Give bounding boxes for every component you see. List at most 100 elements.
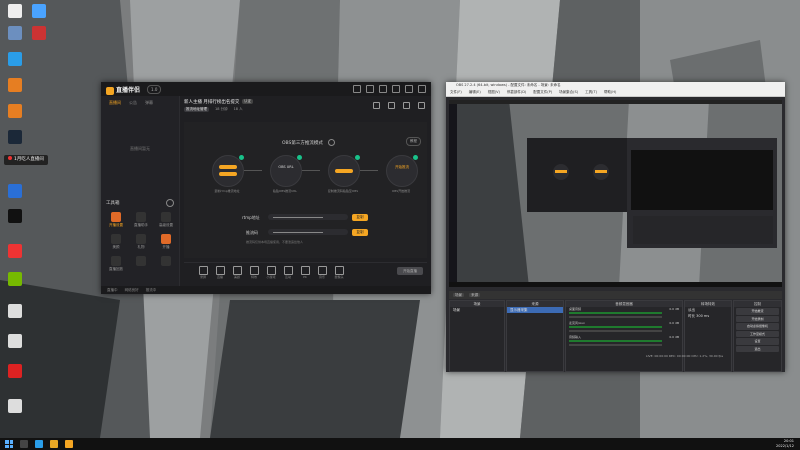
tutorial-button[interactable]: 教程 <box>406 137 421 146</box>
record-icon[interactable] <box>388 102 395 109</box>
obs-preview[interactable] <box>449 100 782 287</box>
desktop-icon[interactable] <box>2 130 28 145</box>
heart-icon[interactable] <box>366 85 374 93</box>
bottom-tool[interactable]: 特效 <box>247 266 261 279</box>
obs-menu-item[interactable]: 帮助(H) <box>604 89 616 96</box>
desktop-icon[interactable] <box>2 52 28 67</box>
exit-button[interactable]: 退出 <box>736 345 779 352</box>
room-duration: 18 分钟 <box>215 107 228 111</box>
volume-slider[interactable] <box>569 330 662 332</box>
source-item[interactable]: 显示器采集 <box>507 307 563 313</box>
obs-menu-item[interactable]: 视图(V) <box>488 89 500 96</box>
controls-header: 控制 <box>734 301 781 307</box>
desktop-icon[interactable] <box>2 244 28 259</box>
bottom-tool[interactable]: 小游戏 <box>264 266 278 279</box>
help-icon[interactable] <box>328 139 335 146</box>
minimize-icon[interactable] <box>392 85 400 93</box>
maximize-icon[interactable] <box>405 85 413 93</box>
tool-item[interactable]: 美颜 <box>105 234 127 250</box>
copy-key-button[interactable]: 复制 <box>352 229 368 236</box>
desktop-icon[interactable] <box>2 364 28 379</box>
start-recording-button[interactable]: 开始录制 <box>736 315 779 322</box>
edge-icon[interactable] <box>35 440 43 448</box>
bottom-tool[interactable]: 录屏 <box>196 266 210 279</box>
obs-menu-item[interactable]: 场景集合(S) <box>559 89 578 96</box>
tool-label: 直播助手 <box>134 223 148 227</box>
tool-item[interactable]: 直播回放 <box>105 256 127 272</box>
tool-item[interactable]: 礼物 <box>130 234 152 250</box>
tab-announce[interactable]: 公告 <box>129 100 137 106</box>
start-streaming-button[interactable]: 开始推流 <box>736 308 779 315</box>
tool-item[interactable] <box>130 256 152 267</box>
search-icon[interactable] <box>20 440 28 448</box>
stream-address-button[interactable]: 推流地址管理 <box>184 107 209 112</box>
volume-slider[interactable] <box>569 316 662 318</box>
notification-banner[interactable]: 1月吃人直播间 <box>4 155 48 165</box>
close-icon[interactable] <box>418 85 426 93</box>
bell-icon[interactable] <box>403 102 410 109</box>
desktop-icon[interactable] <box>2 78 28 93</box>
scene-item[interactable]: 场景 <box>450 307 504 313</box>
tool-label: 高级设置 <box>159 223 173 227</box>
obs-menu-item[interactable]: 工具(T) <box>585 89 597 96</box>
windows-start-icon[interactable] <box>5 440 13 448</box>
tool-item[interactable]: 开播 <box>155 234 177 250</box>
desktop-icon[interactable] <box>2 184 28 199</box>
desktop-icon[interactable] <box>2 4 28 19</box>
tool-item[interactable]: 直播助手 <box>130 212 152 228</box>
bottom-tool[interactable]: PK <box>298 266 312 279</box>
settings-button[interactable]: 设置 <box>736 338 779 345</box>
tab-live-room[interactable]: 直播间 <box>109 100 121 106</box>
volume-slider[interactable] <box>569 344 662 346</box>
obs-menu-item[interactable]: 配置文件(P) <box>533 89 552 96</box>
tool-item[interactable]: 高级设置 <box>155 212 177 228</box>
tool-label: 直播回放 <box>109 267 123 271</box>
virtual-camera-button[interactable]: 启动虚拟摄像机 <box>736 323 779 330</box>
desktop-icon[interactable] <box>26 26 52 41</box>
bottom-tool[interactable]: 互动 <box>281 266 295 279</box>
bottom-tool-icon <box>334 266 344 275</box>
bottom-tool[interactable]: 音乐 <box>315 266 329 279</box>
message-icon[interactable] <box>379 85 387 93</box>
desktop-icon[interactable] <box>2 272 28 287</box>
tool-item[interactable] <box>155 256 177 267</box>
sources-dock: 来源 显示器采集 <box>506 300 564 372</box>
step-arrow <box>302 170 320 171</box>
tool-icon <box>111 256 121 266</box>
live-app-icon[interactable] <box>65 440 73 448</box>
rtmp-input[interactable] <box>268 214 348 220</box>
obs-menu-item[interactable]: 停靠部件(D) <box>507 89 526 96</box>
desktop-icon[interactable] <box>2 304 28 319</box>
studio-mode-button[interactable]: 工作室模式 <box>736 330 779 337</box>
duration-field[interactable]: 时长 300 ms <box>685 313 731 319</box>
tab-danmaku[interactable]: 弹幕 <box>145 100 153 106</box>
stream-key-input[interactable] <box>268 229 348 235</box>
step-pill <box>219 172 237 176</box>
taskbar: 20:01 2022/1/12 <box>0 438 800 450</box>
bottom-tool[interactable]: 摄像头 <box>332 266 346 279</box>
share-icon[interactable] <box>373 102 380 109</box>
bottom-tool[interactable]: 直播 <box>213 266 227 279</box>
copy-rtmp-button[interactable]: 复制 <box>352 214 368 221</box>
desktop-icon[interactable] <box>2 399 28 414</box>
penguin-icon <box>8 209 22 223</box>
bottom-tool-icon <box>283 266 293 275</box>
desktop-icon[interactable] <box>2 26 28 41</box>
dock-tab-scenes[interactable]: 场景 <box>453 293 464 297</box>
desktop-icon[interactable] <box>26 4 52 19</box>
dock-tab-sources[interactable]: 来源 <box>469 293 481 297</box>
desktop-icon[interactable] <box>2 209 28 224</box>
bottom-toolbar: 录屏 直播 美颜 特效 小游戏 互动 PK 音乐 摄像头 开始直播 <box>184 262 427 281</box>
start-live-button[interactable]: 开始直播 <box>397 267 423 275</box>
obs-menu-item[interactable]: 编辑(E) <box>469 89 481 96</box>
desktop-icon[interactable] <box>2 104 28 119</box>
obs-menu-item[interactable]: 文件(F) <box>450 89 462 96</box>
folder-icon[interactable] <box>50 440 58 448</box>
desktop-icon[interactable] <box>2 334 28 349</box>
avatar-icon[interactable] <box>353 85 361 93</box>
step-start-stream: 开始推流 <box>386 155 418 187</box>
link-icon[interactable] <box>418 102 425 109</box>
tool-item[interactable]: 开播设置 <box>105 212 127 228</box>
bottom-tool[interactable]: 美颜 <box>230 266 244 279</box>
gear-icon[interactable] <box>166 199 174 207</box>
